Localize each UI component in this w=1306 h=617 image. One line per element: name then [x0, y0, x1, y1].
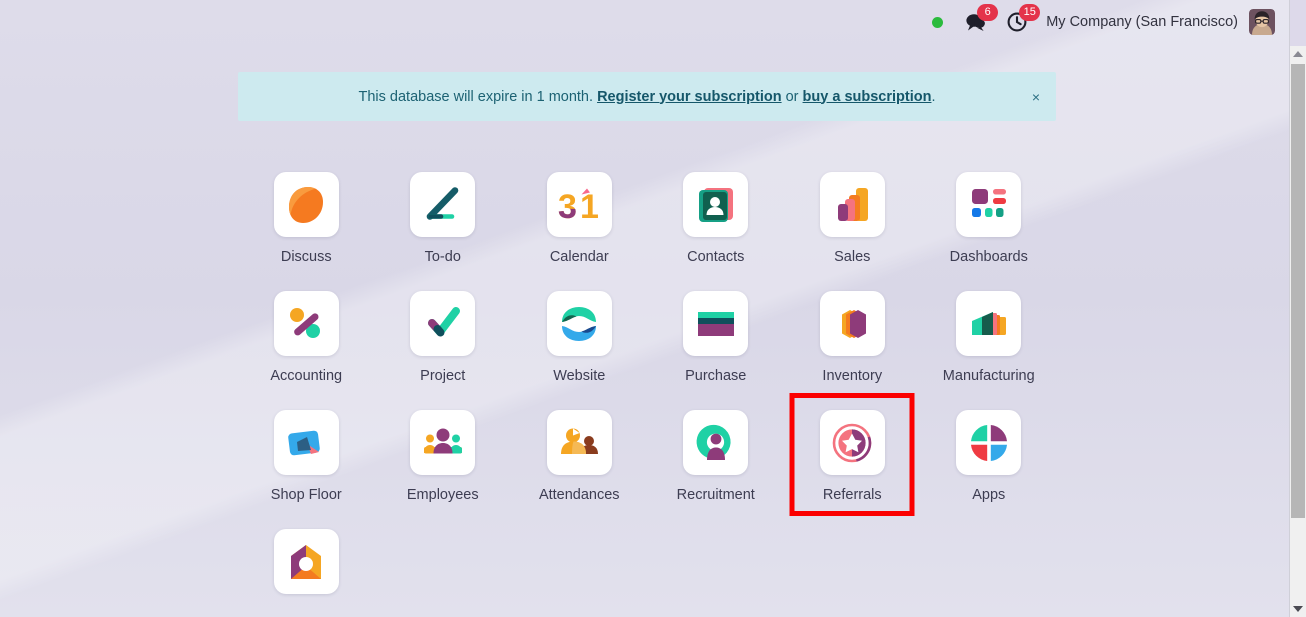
- app-label: Contacts: [687, 249, 745, 265]
- app-tile-recruitment[interactable]: Recruitment: [648, 410, 785, 503]
- scroll-down-icon[interactable]: [1290, 601, 1306, 617]
- activities-badge-group[interactable]: 15: [1006, 4, 1041, 37]
- app-tile-accounting[interactable]: Accounting: [238, 291, 375, 384]
- app-icon-wrapper: [683, 291, 749, 356]
- app-icon-wrapper: [956, 291, 1022, 356]
- close-icon[interactable]: ×: [1032, 90, 1040, 104]
- app-tile-sales[interactable]: Sales: [784, 172, 921, 265]
- app-label: Dashboards: [949, 249, 1028, 265]
- app-label: Apps: [972, 487, 1006, 503]
- messages-badge-group[interactable]: 6: [964, 4, 999, 37]
- app-label: Project: [420, 368, 466, 384]
- banner-text-or: or: [785, 88, 799, 105]
- avatar[interactable]: [1249, 9, 1275, 35]
- app-label: Accounting: [270, 368, 343, 384]
- purchase-icon: [697, 311, 734, 336]
- discuss-icon: [289, 186, 324, 223]
- app-label: Shop Floor: [270, 487, 342, 503]
- vertical-scrollbar[interactable]: [1289, 0, 1306, 617]
- app-icon-wrapper: [546, 291, 612, 356]
- app-label: Manufacturing: [942, 368, 1035, 384]
- app-label: Calendar: [549, 249, 609, 265]
- app-icon-wrapper: [273, 410, 339, 475]
- app-tile-contacts[interactable]: Contacts: [648, 172, 785, 265]
- app-launcher-page: 6 15 My Company (San Francisco) This dat…: [0, 0, 1306, 617]
- activities-badge-count: 15: [1019, 4, 1041, 21]
- app-tile-inventory[interactable]: Inventory: [784, 291, 921, 384]
- app-tile-employees[interactable]: Employees: [375, 410, 512, 503]
- top-bar: 6 15 My Company (San Francisco): [0, 0, 1289, 44]
- app-icon-wrapper: [546, 410, 612, 475]
- app-label: Attendances: [538, 487, 620, 503]
- subscription-expiry-banner: This database will expire in 1 month. Re…: [238, 72, 1056, 121]
- app-tile-manufacturing[interactable]: Manufacturing: [921, 291, 1058, 384]
- app-icon-wrapper: [956, 410, 1022, 475]
- banner-message: This database will expire in 1 month. Re…: [358, 89, 935, 105]
- apps-icon: [970, 424, 1007, 461]
- app-label: To-do: [424, 249, 461, 265]
- app-tile-maintenance[interactable]: [238, 529, 375, 606]
- app-tile-purchase[interactable]: Purchase: [648, 291, 785, 384]
- app-icon-wrapper: [273, 291, 339, 356]
- online-status-icon: [932, 16, 944, 28]
- banner-text-before: This database will expire in 1 month.: [358, 88, 594, 105]
- manufacturing-icon: [971, 311, 1006, 335]
- app-icon-wrapper: [819, 172, 885, 237]
- banner-text-end: .: [931, 88, 936, 105]
- messages-badge-count: 6: [977, 4, 999, 21]
- employees-icon: [423, 428, 462, 453]
- project-icon: [427, 306, 460, 336]
- app-label: Recruitment: [676, 487, 755, 503]
- accounting-icon: [290, 307, 321, 338]
- app-icon-wrapper: 3 3 1: [546, 172, 612, 237]
- app-icon-wrapper: [273, 529, 339, 594]
- app-icon-wrapper: [273, 172, 339, 237]
- app-tile-referrals[interactable]: Referrals: [784, 410, 921, 503]
- app-tile-shop-floor[interactable]: Shop Floor: [238, 410, 375, 503]
- app-icon-wrapper: [410, 172, 476, 237]
- app-label: Website: [553, 368, 606, 384]
- sales-icon: [838, 187, 869, 221]
- company-name[interactable]: My Company (San Francisco): [1046, 14, 1238, 30]
- shopfloor-icon: [288, 430, 321, 455]
- app-label: Referrals: [822, 487, 882, 503]
- calendar-icon: 3 3 1: [558, 188, 599, 226]
- app-tile-calendar[interactable]: 3 3 1 Calendar: [511, 172, 648, 265]
- app-label: Purchase: [685, 368, 747, 384]
- app-icon-wrapper: [683, 410, 749, 475]
- register-subscription-link[interactable]: Register your subscription: [597, 89, 782, 105]
- attendances-icon: [561, 428, 599, 454]
- website-icon: [562, 306, 597, 341]
- app-tile-project[interactable]: Project: [375, 291, 512, 384]
- app-tile-discuss[interactable]: Discuss: [238, 172, 375, 265]
- buy-subscription-link[interactable]: buy a subscription: [803, 89, 932, 105]
- apps-grid: Discuss To-do 3 3 1 Calendar Contacts Sa…: [238, 172, 1058, 606]
- app-icon-wrapper: [410, 291, 476, 356]
- scrollbar-thumb[interactable]: [1291, 64, 1305, 518]
- scroll-up-icon[interactable]: [1290, 46, 1306, 62]
- recruitment-icon: [696, 424, 731, 460]
- app-label: Employees: [406, 487, 479, 503]
- referrals-icon: [832, 423, 872, 462]
- dashboards-icon: [971, 188, 1006, 217]
- app-tile-dashboards[interactable]: Dashboards: [921, 172, 1058, 265]
- scrollbar-top-gap: [1290, 0, 1306, 46]
- app-label: Sales: [834, 249, 871, 265]
- app-icon-wrapper: [956, 172, 1022, 237]
- inventory-icon: [842, 309, 867, 338]
- app-label: Discuss: [280, 249, 332, 265]
- maintenance-icon: [291, 544, 322, 579]
- app-tile-todo[interactable]: To-do: [375, 172, 512, 265]
- app-tile-attendances[interactable]: Attendances: [511, 410, 648, 503]
- app-icon-wrapper: [819, 410, 885, 475]
- app-tile-website[interactable]: Website: [511, 291, 648, 384]
- todo-icon: [426, 186, 459, 220]
- contacts-icon: [698, 187, 733, 222]
- app-icon-wrapper: [819, 291, 885, 356]
- app-label: Inventory: [822, 368, 883, 384]
- app-icon-wrapper: [683, 172, 749, 237]
- app-tile-apps[interactable]: Apps: [921, 410, 1058, 503]
- app-icon-wrapper: [410, 410, 476, 475]
